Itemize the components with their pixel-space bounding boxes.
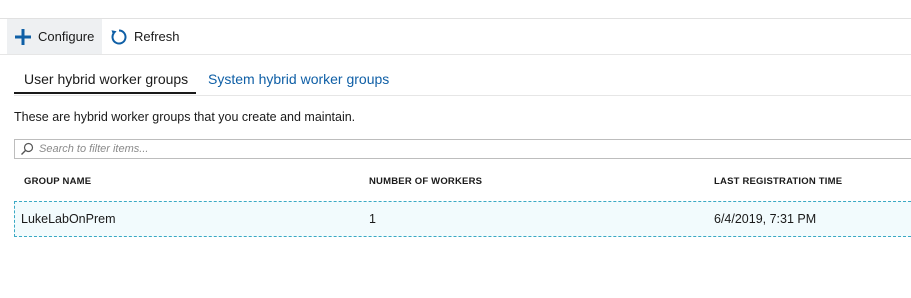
refresh-button[interactable]: Refresh (110, 19, 180, 54)
cell-number-of-workers: 1 (369, 212, 376, 226)
description-text: These are hybrid worker groups that you … (14, 110, 356, 124)
refresh-label: Refresh (134, 29, 180, 44)
tab-system-hybrid-worker-groups[interactable]: System hybrid worker groups (208, 68, 389, 94)
refresh-icon (110, 28, 128, 46)
cell-last-registration-time: 6/4/2019, 7:31 PM (714, 212, 817, 226)
filter-input[interactable] (39, 143, 839, 155)
cell-group-name: LukeLabOnPrem (21, 212, 116, 226)
plus-icon (14, 28, 32, 46)
command-bar: Configure Refresh (0, 19, 911, 55)
filter-box (14, 139, 911, 159)
search-icon (20, 142, 34, 156)
column-header-number-of-workers[interactable]: NUMBER OF WORKERS (369, 176, 482, 187)
column-header-group-name[interactable]: GROUP NAME (24, 176, 91, 187)
tab-user-hybrid-worker-groups[interactable]: User hybrid worker groups (14, 68, 196, 94)
configure-button[interactable]: Configure (7, 19, 102, 54)
configure-label: Configure (38, 29, 95, 44)
column-header-last-registration-time[interactable]: LAST REGISTRATION TIME (714, 176, 842, 187)
tab-strip: User hybrid worker groups System hybrid … (14, 68, 911, 96)
